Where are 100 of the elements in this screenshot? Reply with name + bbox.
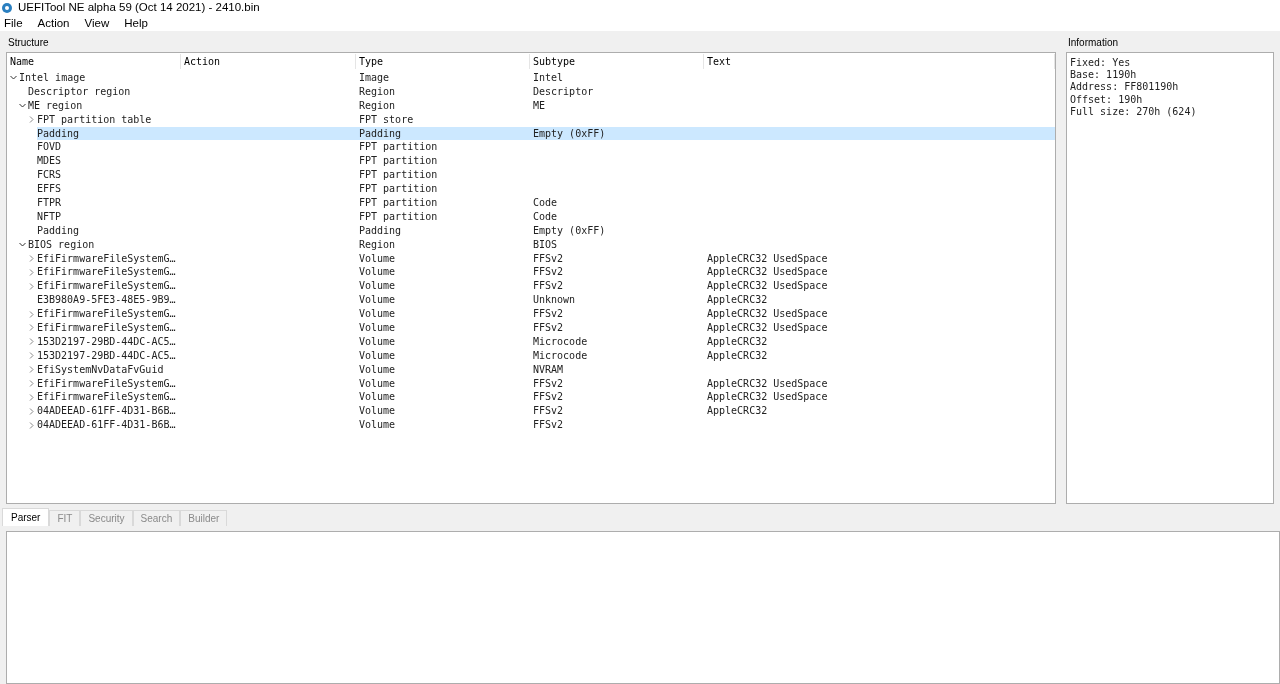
tree-row[interactable]: E3B980A9-5FE3-48E5-9B9… Volume Unknown AppleCRC32: [37, 293, 1055, 308]
tree-row[interactable]: EfiFirmwareFileSystemG… Volume FFSv2 AppleCRC32 UsedSpace: [37, 251, 1055, 266]
column-header[interactable]: Action: [181, 54, 356, 69]
tab[interactable]: Parser: [2, 508, 50, 526]
menu-item[interactable]: File: [4, 17, 23, 30]
tree-row[interactable]: EfiFirmwareFileSystemG… Volume FFSv2 AppleCRC32 UsedSpace: [37, 279, 1055, 294]
table-cell: AppleCRC32 UsedSpace: [707, 378, 828, 389]
tree-row[interactable]: EfiFirmwareFileSystemG… Volume FFSv2 AppleCRC32 UsedSpace: [37, 376, 1055, 391]
tree-row[interactable]: BIOS region Region BIOS: [28, 237, 1055, 252]
chevron-right-icon[interactable]: [28, 407, 35, 415]
table-cell: Padding: [359, 128, 402, 139]
info-line: Fixed: Yes: [1070, 57, 1132, 70]
node-name: BIOS region: [28, 239, 95, 250]
chevron-right-icon[interactable]: [28, 380, 35, 388]
chevron-right-icon[interactable]: [28, 393, 35, 401]
node-name: EfiFirmwareFileSystemG…: [37, 378, 176, 389]
chevron-down-icon[interactable]: [19, 241, 26, 249]
chevron-right-icon[interactable]: [28, 352, 35, 360]
table-cell: AppleCRC32: [707, 336, 768, 347]
chevron-right-icon[interactable]: [28, 421, 35, 429]
info-line: Address: FF801190h: [1070, 81, 1180, 94]
chevron-right-icon[interactable]: [28, 338, 35, 346]
table-cell: Volume: [359, 420, 396, 431]
node-name: NFTP: [37, 211, 62, 222]
menu-item[interactable]: View: [84, 17, 110, 30]
table-cell: FFSv2: [533, 406, 564, 417]
table-cell: FFSv2: [533, 267, 564, 278]
table-cell: Empty (0xFF): [533, 128, 606, 139]
table-cell: FFSv2: [533, 253, 564, 264]
table-cell: Padding: [359, 225, 402, 236]
tree-row[interactable]: EfiSystemNvDataFvGuid Volume NVRAM: [37, 362, 1055, 377]
tree-row[interactable]: Descriptor region Region Descriptor: [28, 84, 1055, 99]
tree-row[interactable]: MDES FPT partition: [37, 154, 1055, 169]
info-line: Full size: 270h (624): [1070, 105, 1198, 118]
table-cell: AppleCRC32 UsedSpace: [707, 267, 828, 278]
tree-row[interactable]: Intel image Image Intel: [19, 71, 1055, 85]
table-cell: Region: [359, 86, 396, 97]
tree-row[interactable]: 04ADEEAD-61FF-4D31-B6B… Volume FFSv2: [37, 418, 1055, 433]
menu-item[interactable]: Help: [124, 17, 148, 30]
table-cell: FFSv2: [533, 281, 564, 292]
tree-row[interactable]: 04ADEEAD-61FF-4D31-B6B… Volume FFSv2 AppleCRC32: [37, 404, 1055, 419]
node-name: EfiFirmwareFileSystemG…: [37, 322, 176, 333]
table-cell: Region: [359, 239, 396, 250]
tree-row[interactable]: FTPR FPT partition Code: [37, 196, 1055, 210]
tree-row[interactable]: EfiFirmwareFileSystemG… Volume FFSv2 AppleCRC32 UsedSpace: [37, 265, 1055, 280]
table-cell: FFSv2: [533, 309, 564, 320]
chevron-down-icon[interactable]: [10, 74, 17, 82]
table-cell: ME: [533, 100, 546, 111]
tree-row[interactable]: EfiFirmwareFileSystemG… Volume FFSv2 AppleCRC32 UsedSpace: [37, 321, 1055, 335]
chevron-right-icon[interactable]: [28, 324, 35, 332]
chevron-down-icon[interactable]: [19, 102, 26, 110]
table-cell: FPT partition: [359, 156, 438, 167]
node-name: 04ADEEAD-61FF-4D31-B6B…: [37, 406, 176, 417]
chevron-right-icon[interactable]: [28, 255, 35, 262]
node-name: EfiFirmwareFileSystemG…: [37, 309, 176, 320]
column-header[interactable]: Name: [7, 54, 181, 69]
window-title: UEFITool NE alpha 59 (Oct 14 2021) - 2410.bin: [18, 2, 260, 14]
tree-row[interactable]: Padding Padding Empty (0xFF): [37, 126, 1055, 141]
chevron-right-icon[interactable]: [28, 310, 35, 318]
column-header[interactable]: Subtype: [530, 54, 704, 69]
node-name: EfiFirmwareFileSystemG…: [37, 392, 176, 403]
node-name: Padding: [37, 128, 80, 139]
table-cell: AppleCRC32: [707, 406, 768, 417]
table-cell: FFSv2: [533, 378, 564, 389]
tree-row[interactable]: FOVD FPT partition: [37, 140, 1055, 155]
table-cell: Microcode: [533, 350, 588, 361]
tree-row[interactable]: 153D2197-29BD-44DC-AC5… Volume Microcode AppleCRC32: [37, 334, 1055, 349]
node-name: E3B980A9-5FE3-48E5-9B9…: [37, 295, 176, 306]
table-cell: BIOS: [533, 239, 558, 250]
panel-title: Structure: [7, 37, 50, 48]
node-name: ME region: [28, 100, 83, 111]
node-name: FPT partition table: [37, 114, 152, 125]
node-name: 153D2197-29BD-44DC-AC5…: [37, 350, 176, 361]
column-header[interactable]: Text: [704, 54, 1055, 69]
chevron-right-icon[interactable]: [28, 116, 35, 124]
table-cell: Volume: [359, 281, 396, 292]
chevron-right-icon[interactable]: [28, 282, 35, 290]
node-name: FOVD: [37, 142, 62, 153]
panel-title: Information: [1067, 37, 1120, 48]
node-name: FTPR: [37, 197, 62, 208]
table-cell: FFSv2: [533, 392, 564, 403]
table-cell: Intel: [533, 72, 564, 83]
tree-row[interactable]: EfiFirmwareFileSystemG… Volume FFSv2 AppleCRC32 UsedSpace: [37, 390, 1055, 405]
menu-item[interactable]: Action: [37, 17, 70, 30]
tree-row[interactable]: EfiFirmwareFileSystemG… Volume FFSv2 AppleCRC32 UsedSpace: [37, 307, 1055, 322]
chevron-right-icon[interactable]: [28, 366, 35, 374]
table-cell: Code: [533, 197, 558, 208]
column-header[interactable]: Type: [356, 54, 530, 69]
tree-row[interactable]: 153D2197-29BD-44DC-AC5… Volume Microcode AppleCRC32: [37, 348, 1055, 363]
tree-row[interactable]: FPT partition table FPT store: [37, 112, 1055, 127]
tree-row[interactable]: NFTP FPT partition Code: [37, 209, 1055, 224]
table-cell: FPT partition: [359, 142, 438, 153]
table-cell: Volume: [359, 364, 396, 375]
chevron-right-icon[interactable]: [28, 268, 35, 276]
tree-row[interactable]: FCRS FPT partition: [37, 168, 1055, 183]
tree-row[interactable]: EFFS FPT partition: [37, 182, 1055, 196]
node-name: FCRS: [37, 170, 62, 181]
table-cell: NVRAM: [533, 364, 564, 375]
tree-row[interactable]: Padding Padding Empty (0xFF): [37, 223, 1055, 238]
tree-row[interactable]: ME region Region ME: [28, 98, 1055, 113]
